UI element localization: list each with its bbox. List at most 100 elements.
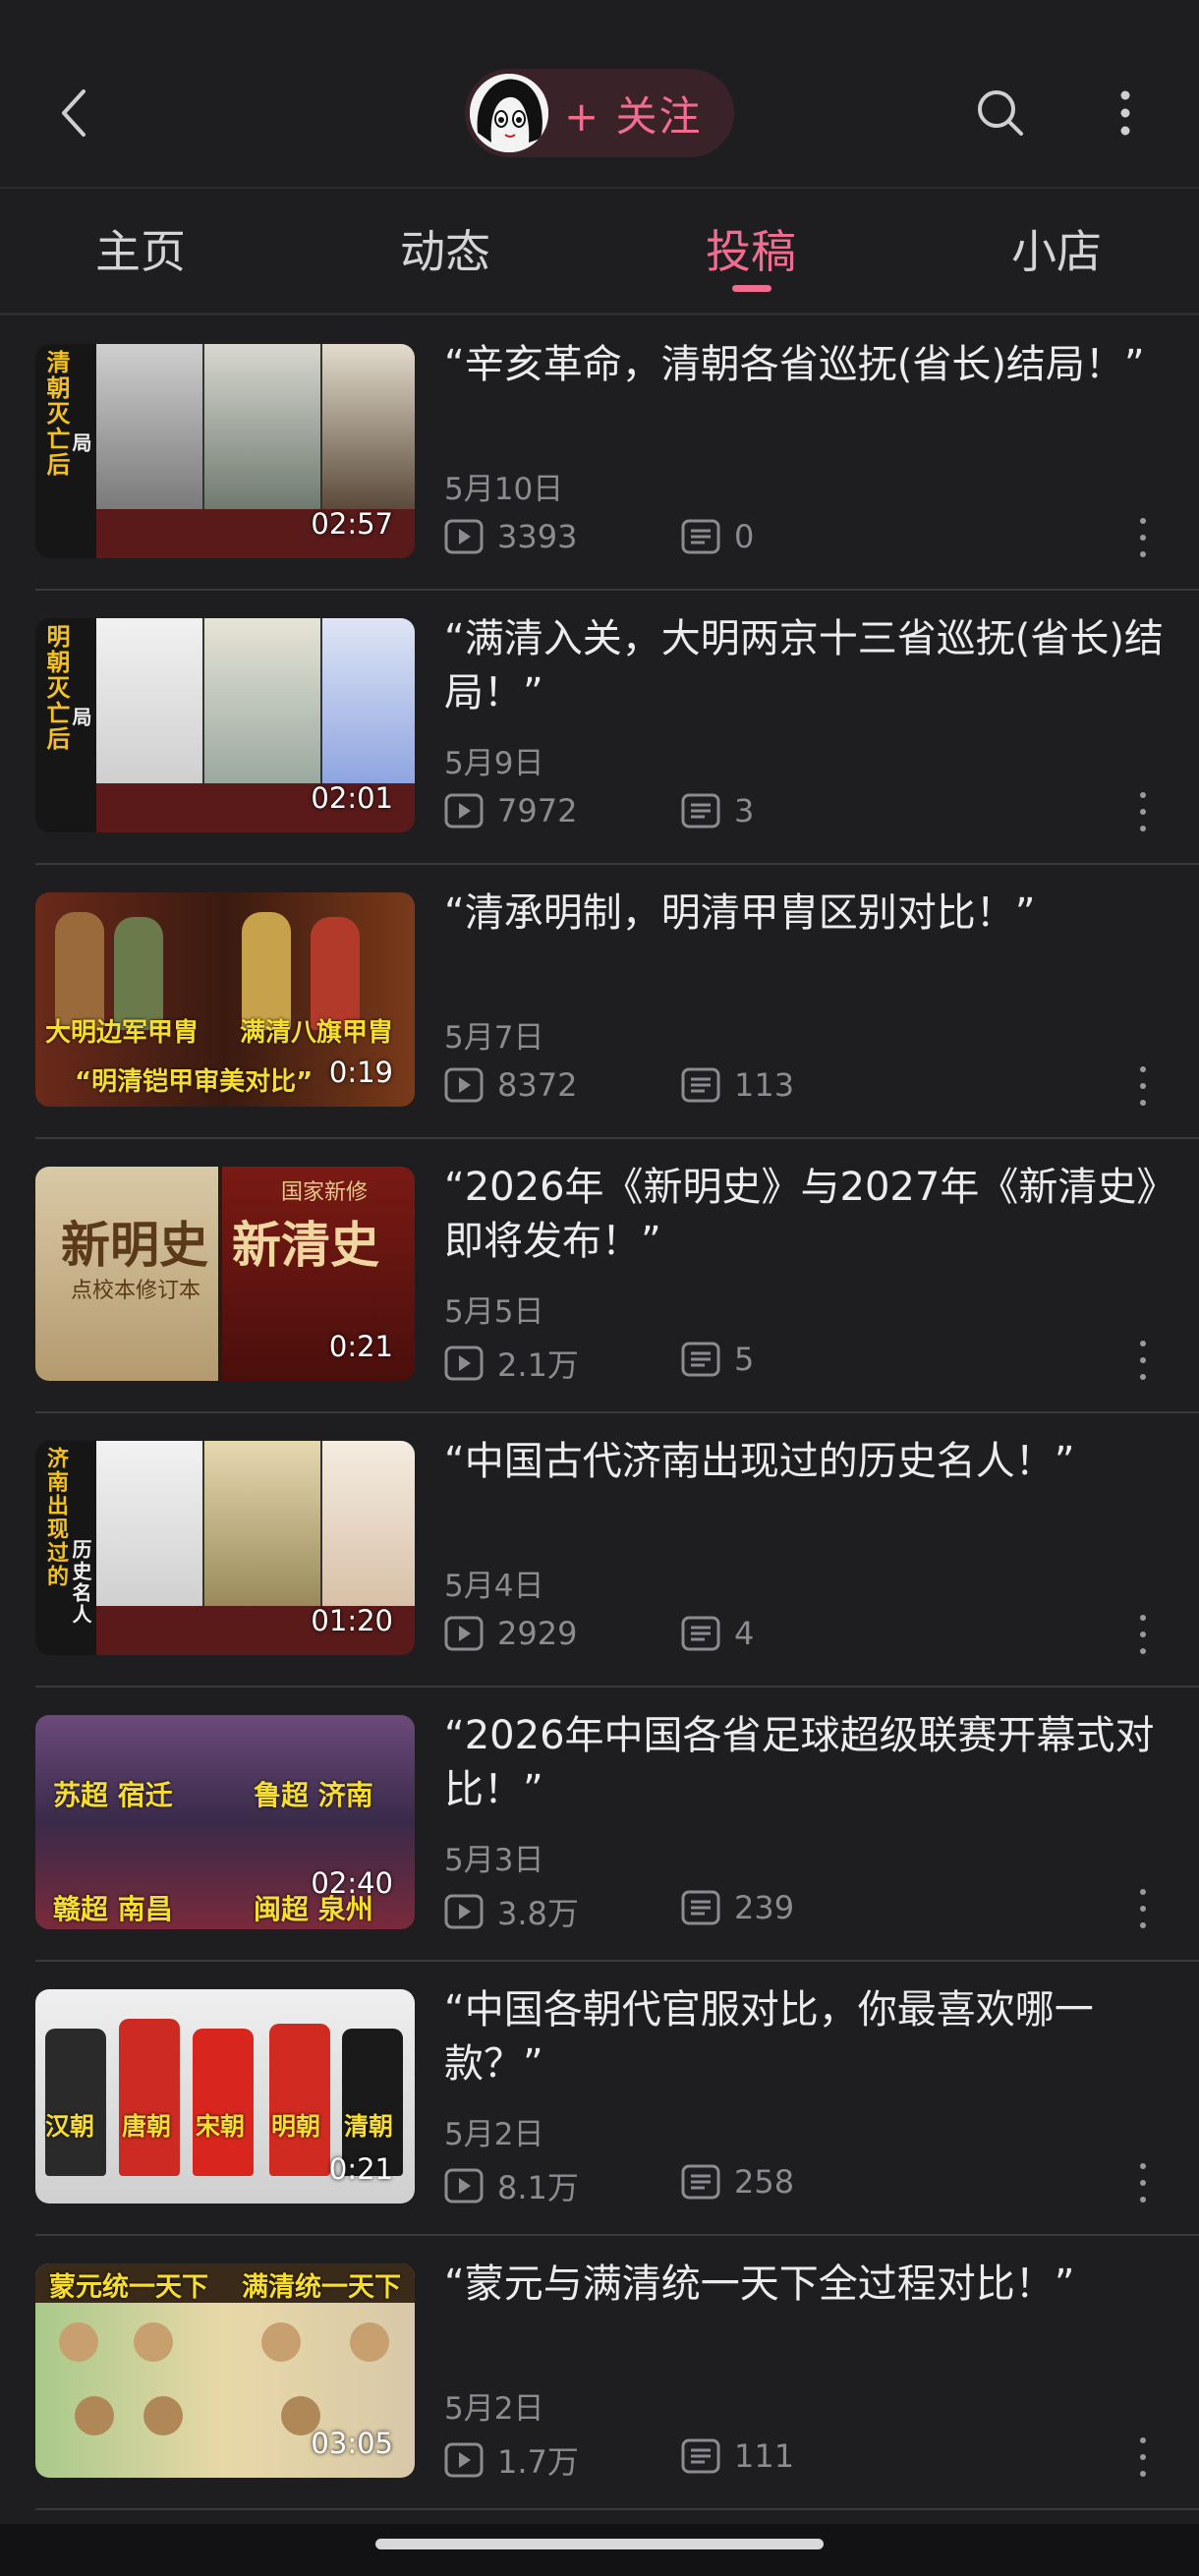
video-thumbnail[interactable]: 蒙元统一天下 满清统一天下 03:05 bbox=[35, 2263, 415, 2478]
video-date: 5月10日 bbox=[444, 472, 564, 507]
video-thumbnail[interactable]: 新明史 点校本修订本 国家新修 新清史 0:21 bbox=[35, 1167, 415, 1381]
video-duration: 03:05 bbox=[311, 2427, 393, 2460]
thumb-book-left-title: 新明史 bbox=[61, 1216, 208, 1274]
video-duration: 0:21 bbox=[328, 2152, 393, 2186]
thumb-sub-text: 历史名人 bbox=[69, 1539, 92, 1626]
thumb-label: 苏超 宿迁 bbox=[53, 1779, 173, 1811]
video-more-button[interactable] bbox=[1128, 2163, 1158, 2203]
more-options-button[interactable] bbox=[1091, 79, 1160, 147]
video-thumbnail[interactable]: 清朝灭亡后 各省省长结局 02:57 bbox=[35, 344, 415, 558]
video-date: 5月3日 bbox=[444, 1843, 544, 1878]
video-more-button[interactable] bbox=[1128, 518, 1158, 557]
tab-activity[interactable]: 动态 bbox=[400, 216, 490, 281]
video-item[interactable]: 新明史 点校本修订本 国家新修 新清史 0:21 “2026年《新明史》与202… bbox=[0, 1139, 1199, 1413]
profile-tabs: 主页 动态 投稿 小店 bbox=[0, 192, 1199, 305]
thumb-caption-bottom: “明清铠甲审美对比” bbox=[75, 1067, 314, 1097]
video-thumbnail[interactable]: 苏超 宿迁 鲁超 济南 赣超 南昌 闽超 泉州 02:40 bbox=[35, 1715, 415, 1929]
play-count-value: 1.7万 bbox=[497, 2443, 579, 2481]
comment-count: 4 bbox=[681, 1615, 754, 1652]
video-duration: 02:40 bbox=[311, 1866, 393, 1900]
video-item[interactable]: 清朝灭亡后 各省省长结局 02:57 “辛亥革命，清朝各省巡抚(省长)结局！” … bbox=[0, 316, 1199, 591]
play-count-value: 8.1万 bbox=[497, 2169, 579, 2206]
video-duration: 0:19 bbox=[328, 1056, 393, 1089]
comment-count: 3 bbox=[681, 792, 754, 830]
video-more-button[interactable] bbox=[1128, 2437, 1158, 2477]
video-item[interactable]: 大明边军甲胄 满清八旗甲胄 “明清铠甲审美对比” 0:19 “清承明制，明清甲胄… bbox=[0, 865, 1199, 1139]
play-count-icon bbox=[444, 1616, 484, 1651]
comment-icon bbox=[681, 793, 720, 829]
thumb-label: 汉朝 bbox=[45, 2112, 95, 2141]
comment-count-value: 3 bbox=[734, 792, 755, 830]
video-title[interactable]: “蒙元与满清统一天下全过程对比！” bbox=[444, 2258, 1167, 2312]
comment-count: 5 bbox=[681, 1341, 754, 1378]
back-button[interactable] bbox=[39, 79, 108, 147]
comment-count: 0 bbox=[681, 518, 754, 555]
avatar-image bbox=[470, 74, 548, 152]
system-nav-bar bbox=[0, 2524, 1199, 2576]
play-count: 3393 bbox=[444, 518, 577, 555]
video-title[interactable]: “中国各朝代官服对比，你最喜欢哪一款？” bbox=[444, 1983, 1167, 2091]
play-count-icon bbox=[444, 793, 484, 829]
comment-count-value: 258 bbox=[734, 2163, 795, 2201]
thumb-label: 蒙元统一天下 bbox=[49, 2272, 208, 2303]
video-title[interactable]: “清承明制，明清甲胄区别对比！” bbox=[444, 887, 1167, 941]
comment-count-value: 5 bbox=[734, 1341, 755, 1378]
play-count: 8372 bbox=[444, 1066, 577, 1104]
video-thumbnail[interactable]: 大明边军甲胄 满清八旗甲胄 “明清铠甲审美对比” 0:19 bbox=[35, 892, 415, 1107]
video-list: 清朝灭亡后 各省省长结局 02:57 “辛亥革命，清朝各省巡抚(省长)结局！” … bbox=[0, 316, 1199, 2510]
thumb-book-right-top: 国家新修 bbox=[281, 1180, 369, 1205]
back-chevron-icon bbox=[62, 89, 86, 137]
video-date: 5月4日 bbox=[444, 1569, 544, 1604]
active-tab-indicator bbox=[732, 285, 771, 292]
tab-uploads[interactable]: 投稿 bbox=[706, 216, 796, 281]
play-count-icon bbox=[444, 2442, 484, 2478]
video-duration: 01:20 bbox=[311, 1604, 393, 1637]
search-button[interactable] bbox=[966, 79, 1035, 147]
play-count-value: 2.1万 bbox=[497, 1346, 579, 1384]
video-date: 5月9日 bbox=[444, 746, 544, 781]
video-thumbnail[interactable]: 明朝灭亡后 各省省长结局 02:01 bbox=[35, 618, 415, 832]
thumb-label: 满清统一天下 bbox=[242, 2272, 401, 2303]
thumb-label: 清朝 bbox=[344, 2112, 394, 2141]
tab-home[interactable]: 主页 bbox=[95, 216, 186, 281]
video-item[interactable]: 汉朝 唐朝 宋朝 明朝 清朝 0:21 “中国各朝代官服对比，你最喜欢哪一款？”… bbox=[0, 1962, 1199, 2236]
video-more-button[interactable] bbox=[1128, 792, 1158, 831]
video-title[interactable]: “2026年中国各省足球超级联赛开幕式对比！” bbox=[444, 1709, 1167, 1817]
play-count-value: 8372 bbox=[497, 1066, 578, 1104]
comment-count-value: 4 bbox=[734, 1615, 755, 1652]
avatar[interactable] bbox=[470, 74, 548, 152]
comment-icon bbox=[681, 1616, 720, 1651]
comment-icon bbox=[681, 2164, 720, 2200]
video-title[interactable]: “2026年《新明史》与2027年《新清史》即将发布！” bbox=[444, 1161, 1167, 1269]
home-indicator[interactable] bbox=[375, 2539, 824, 2549]
video-more-button[interactable] bbox=[1128, 1341, 1158, 1380]
video-thumbnail[interactable]: 济南出现过的 历史名人 01:20 bbox=[35, 1441, 415, 1655]
play-count-icon bbox=[444, 1067, 484, 1103]
comment-count-value: 0 bbox=[734, 518, 755, 555]
video-title[interactable]: “满清入关，大明两京十三省巡抚(省长)结局！” bbox=[444, 612, 1167, 720]
video-duration: 0:21 bbox=[328, 1330, 393, 1363]
follow-button[interactable]: + 关注 bbox=[465, 69, 734, 157]
play-count: 1.7万 bbox=[444, 2437, 579, 2483]
video-more-button[interactable] bbox=[1128, 1889, 1158, 1928]
video-item[interactable]: 明朝灭亡后 各省省长结局 02:01 “满清入关，大明两京十三省巡抚(省长)结局… bbox=[0, 591, 1199, 865]
video-date: 5月7日 bbox=[444, 1020, 544, 1056]
follow-label: + 关注 bbox=[564, 91, 703, 141]
video-more-button[interactable] bbox=[1128, 1066, 1158, 1106]
play-count-value: 7972 bbox=[497, 792, 578, 830]
play-count: 2929 bbox=[444, 1615, 577, 1652]
comment-icon bbox=[681, 2438, 720, 2474]
thumb-book-left-sub: 点校本修订本 bbox=[71, 1279, 201, 1303]
header-divider bbox=[0, 187, 1199, 189]
video-duration: 02:57 bbox=[311, 507, 393, 541]
video-title[interactable]: “辛亥革命，清朝各省巡抚(省长)结局！” bbox=[444, 338, 1167, 392]
tab-shop[interactable]: 小店 bbox=[1011, 216, 1102, 281]
video-date: 5月5日 bbox=[444, 1294, 544, 1330]
video-title[interactable]: “中国古代济南出现过的历史名人！” bbox=[444, 1435, 1167, 1489]
comment-count-value: 111 bbox=[734, 2437, 795, 2475]
video-item[interactable]: 苏超 宿迁 鲁超 济南 赣超 南昌 闽超 泉州 02:40 “2026年中国各省… bbox=[0, 1688, 1199, 1962]
video-item[interactable]: 蒙元统一天下 满清统一天下 03:05 “蒙元与满清统一天下全过程对比！” 5月… bbox=[0, 2236, 1199, 2510]
video-thumbnail[interactable]: 汉朝 唐朝 宋朝 明朝 清朝 0:21 bbox=[35, 1989, 415, 2204]
video-item[interactable]: 济南出现过的 历史名人 01:20 “中国古代济南出现过的历史名人！” 5月4日… bbox=[0, 1413, 1199, 1688]
video-more-button[interactable] bbox=[1128, 1615, 1158, 1654]
